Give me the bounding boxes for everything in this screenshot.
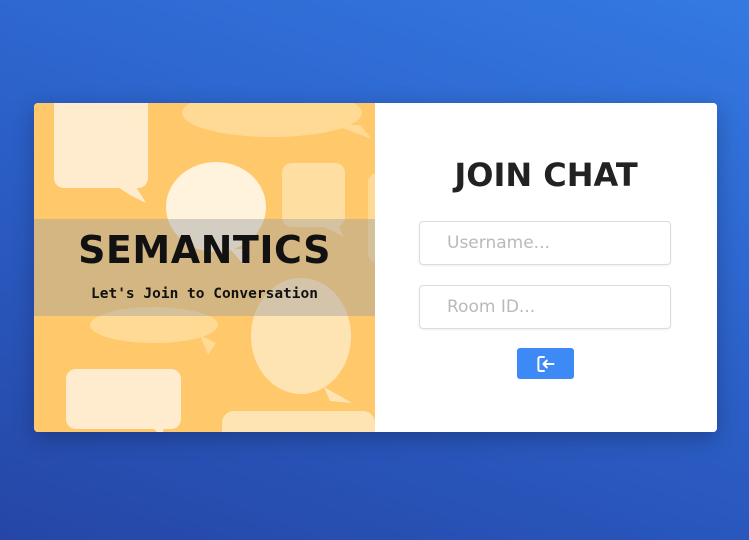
room-id-input[interactable]	[419, 285, 671, 329]
join-card: SEMANTICS Let's Join to Conversation JOI…	[34, 103, 717, 432]
username-input[interactable]	[419, 221, 671, 265]
join-form-panel: JOIN CHAT	[375, 103, 717, 432]
brand-panel: SEMANTICS Let's Join to Conversation	[34, 103, 375, 432]
join-chat-title: JOIN CHAT	[454, 156, 638, 194]
join-button[interactable]	[517, 348, 574, 379]
login-icon	[536, 355, 554, 372]
brand-tagline: Let's Join to Conversation	[91, 286, 318, 302]
brand-title: SEMANTICS	[78, 228, 331, 272]
